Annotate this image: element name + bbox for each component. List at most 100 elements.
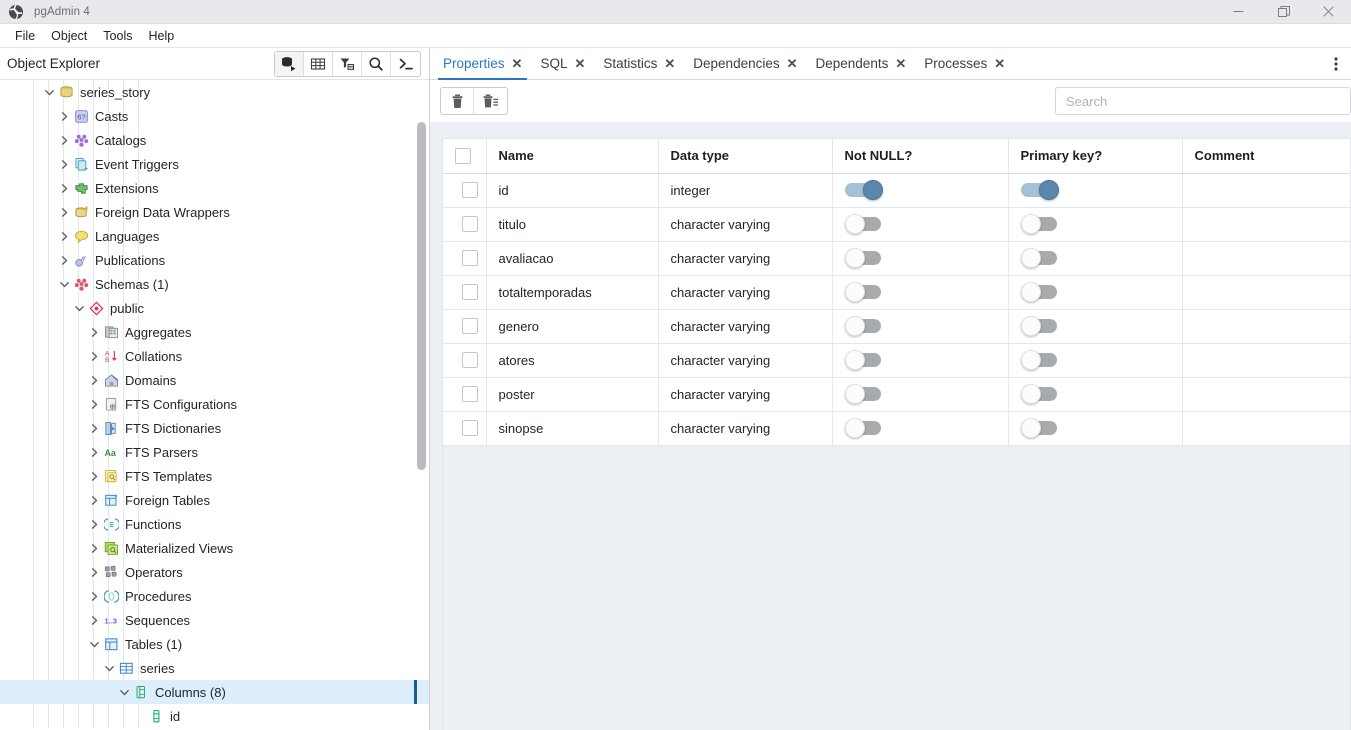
tree-item-collations[interactable]: A B Collations [0,344,429,368]
toggle-primary-key-switch[interactable] [1020,316,1063,336]
toggle-not-null-switch[interactable] [844,214,887,234]
table-row[interactable]: totaltemporadas character varying [443,275,1350,310]
tree-item-materialized-views[interactable]: Materialized Views [0,536,429,560]
chevron-right-icon[interactable] [57,181,71,195]
toggle-primary-key-switch[interactable] [1020,248,1063,268]
table-row[interactable]: avaliacao character varying [443,241,1350,276]
tree-item-fts-configurations[interactable]: FTS Configurations [0,392,429,416]
tree-item-extensions[interactable]: Extensions [0,176,429,200]
tab-close-icon[interactable]: ✕ [512,57,523,70]
column-header-comment[interactable]: Comment [1182,139,1350,174]
row-checkbox[interactable] [462,250,479,267]
toggle-not-null-switch[interactable] [844,316,887,336]
column-header-name[interactable]: Name [486,139,659,174]
tree-item-functions[interactable]: Functions [0,512,429,536]
chevron-down-icon[interactable] [87,637,101,651]
chevron-down-icon[interactable] [72,301,86,315]
toggle-not-null-switch[interactable] [844,248,887,268]
chevron-right-icon[interactable] [87,397,101,411]
row-checkbox[interactable] [462,352,479,369]
chevron-down-icon[interactable] [117,685,131,699]
table-row[interactable]: atores character varying [443,343,1350,378]
toggle-primary-key-switch[interactable] [1020,418,1063,438]
tab-close-icon[interactable]: ✕ [994,57,1005,70]
row-checkbox[interactable] [462,216,479,233]
tree-item-fts-dictionaries[interactable]: FTS Dictionaries [0,416,429,440]
chevron-down-icon[interactable] [42,85,56,99]
chevron-right-icon[interactable] [57,157,71,171]
column-header-data-type[interactable]: Data type [658,139,833,174]
tree-item-foreign-data-wrappers[interactable]: Foreign Data Wrappers [0,200,429,224]
tree-item-foreign-tables[interactable]: Foreign Tables [0,488,429,512]
menu-help[interactable]: Help [140,26,182,46]
toggle-primary-key-switch[interactable] [1020,350,1063,370]
chevron-right-icon[interactable] [57,109,71,123]
tab-close-icon[interactable]: ✕ [664,57,675,70]
table-row[interactable]: id integer [443,173,1350,208]
toggle-primary-key-switch[interactable] [1020,180,1063,200]
tree-item-fts-parsers[interactable]: Aa FTS Parsers [0,440,429,464]
tree-item-catalogs[interactable]: Catalogs [0,128,429,152]
tree-vertical-scrollbar[interactable] [417,122,426,470]
chevron-right-icon[interactable] [87,445,101,459]
table-row[interactable]: sinopse character varying [443,411,1350,446]
tree-item-tables-1[interactable]: Tables (1) [0,632,429,656]
tree-item-event-triggers[interactable]: Event Triggers [0,152,429,176]
tree-item-id[interactable]: id [0,704,429,728]
tree-item-sequences[interactable]: 1..3 Sequences [0,608,429,632]
table-row[interactable]: titulo character varying [443,207,1350,242]
column-header-primary-key[interactable]: Primary key? [1008,139,1183,174]
column-header-not-null[interactable]: Not NULL? [832,139,1009,174]
object-tree-scroll[interactable]: series_story 6? Casts Catalogs Event Trigger… [0,80,429,730]
chevron-right-icon[interactable] [87,373,101,387]
grid-view-icon[interactable] [304,51,333,76]
chevron-right-icon[interactable] [87,517,101,531]
toggle-not-null-switch[interactable] [844,384,887,404]
add-server-icon[interactable] [275,51,304,76]
menu-file[interactable]: File [7,26,43,46]
table-row[interactable]: poster character varying [443,377,1350,412]
toggle-primary-key-switch[interactable] [1020,214,1063,234]
chevron-down-icon[interactable] [102,661,116,675]
chevron-right-icon[interactable] [57,133,71,147]
toggle-not-null-switch[interactable] [844,418,887,438]
tab-close-icon[interactable]: ✕ [895,57,906,70]
chevron-right-icon[interactable] [87,493,101,507]
tree-item-casts[interactable]: 6? Casts [0,104,429,128]
chevron-right-icon[interactable] [87,613,101,627]
query-tool-icon[interactable] [391,51,420,76]
tab-close-icon[interactable]: ✕ [574,57,585,70]
search-icon[interactable] [362,51,391,76]
tree-item-aggregates[interactable]: Aggregates [0,320,429,344]
toggle-primary-key-switch[interactable] [1020,384,1063,404]
row-checkbox[interactable] [462,318,479,335]
tree-item-columns-8[interactable]: Columns (8) [0,680,429,704]
chevron-right-icon[interactable] [87,589,101,603]
table-row[interactable]: genero character varying [443,309,1350,344]
toggle-not-null-switch[interactable] [844,350,887,370]
tree-item-operators[interactable]: Operators [0,560,429,584]
search-input[interactable] [1055,87,1351,115]
row-checkbox[interactable] [462,284,479,301]
filter-icon[interactable] [333,51,362,76]
tree-item-public[interactable]: public [0,296,429,320]
select-all-checkbox[interactable] [455,148,471,165]
close-button[interactable] [1306,0,1351,24]
chevron-right-icon[interactable] [57,229,71,243]
row-checkbox[interactable] [462,182,479,199]
tab-sql[interactable]: SQL ✕ [531,48,594,79]
menu-object[interactable]: Object [43,26,95,46]
delete-icon[interactable] [441,88,474,114]
chevron-right-icon[interactable] [87,469,101,483]
chevron-down-icon[interactable] [57,277,71,291]
chevron-right-icon[interactable] [87,565,101,579]
tree-item-procedures[interactable]: Procedures [0,584,429,608]
toggle-primary-key-switch[interactable] [1020,282,1063,302]
row-checkbox[interactable] [462,386,479,403]
chevron-right-icon[interactable] [87,421,101,435]
chevron-right-icon[interactable] [87,325,101,339]
tab-properties[interactable]: Properties ✕ [434,48,531,80]
minimize-button[interactable] [1216,0,1261,24]
row-checkbox[interactable] [462,420,479,437]
tree-item-fts-templates[interactable]: FTS Templates [0,464,429,488]
